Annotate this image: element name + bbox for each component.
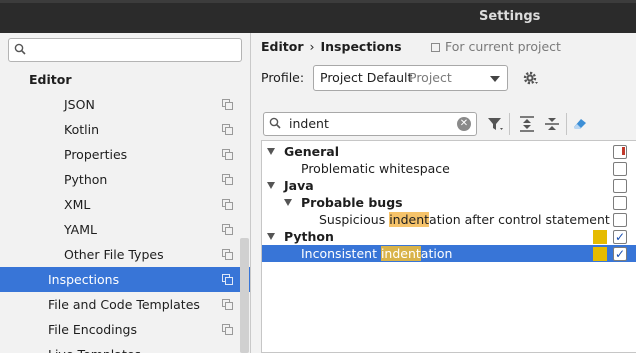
window-title: Settings [479, 9, 541, 24]
inspection-checkbox[interactable] [613, 229, 627, 246]
inspection-checkbox[interactable] [613, 162, 627, 176]
expand-arrow-icon[interactable] [267, 233, 275, 240]
sidebar-item-live-templates[interactable]: Live Templates [0, 342, 250, 353]
project-scope-label: For current project [445, 39, 561, 54]
search-icon [14, 43, 26, 55]
severity-warning-icon [593, 247, 607, 261]
sidebar-item-label: XML [64, 197, 91, 212]
label-suffix: ation [420, 246, 453, 261]
inspections-tree: General Problematic whitespace Java Prob… [261, 140, 636, 353]
sidebar-group-editor[interactable]: Editor [0, 67, 250, 92]
profile-label: Profile: [261, 70, 305, 85]
sidebar-item-json[interactable]: JSON [0, 92, 250, 117]
inspection-filter-value: indent [289, 116, 329, 131]
project-scope-icon [222, 299, 233, 310]
filter-icon[interactable] [486, 115, 504, 133]
tree-node-probable-bugs[interactable]: Probable bugs [262, 194, 636, 211]
profile-name: Project Default [320, 70, 413, 85]
tree-node-label: Suspicious indentation after control sta… [319, 211, 624, 228]
sidebar-item-label: Live Templates [48, 342, 141, 353]
inspection-checkbox[interactable] [613, 196, 627, 210]
inspection-checkbox[interactable] [613, 246, 627, 263]
project-scope-icon [222, 99, 233, 110]
breadcrumb-parent[interactable]: Editor [261, 39, 304, 54]
toolbar-separator [566, 113, 567, 135]
tree-node-java[interactable]: Java [262, 177, 636, 194]
sidebar-item-other-file-types[interactable]: Other File Types [0, 242, 250, 267]
expand-arrow-icon[interactable] [284, 199, 292, 206]
project-scope-icon [222, 174, 233, 185]
sidebar-item-xml[interactable]: XML [0, 192, 250, 217]
settings-search-input[interactable] [8, 38, 242, 62]
breadcrumb-current: Inspections [320, 39, 402, 54]
sidebar-item-properties[interactable]: Properties [0, 142, 250, 167]
sidebar-item-label: JSON [64, 97, 95, 112]
sidebar-item-kotlin[interactable]: Kotlin [0, 117, 250, 142]
label-prefix: Suspicious [319, 212, 390, 227]
expand-all-icon[interactable] [518, 115, 536, 133]
sidebar-item-file-and-code-templates[interactable]: File and Code Templates [0, 292, 250, 317]
project-scope-icon [222, 199, 233, 210]
search-match-highlight: indent [380, 246, 421, 261]
tree-node-python[interactable]: Python [262, 228, 636, 246]
sidebar-item-yaml[interactable]: YAML [0, 217, 250, 242]
profile-scope: Project [409, 70, 452, 85]
search-icon [269, 117, 281, 129]
inspection-filter-input[interactable]: indent ✕ [263, 112, 477, 136]
project-scope-icon [222, 249, 233, 260]
sidebar-group-label: Editor [29, 72, 72, 87]
clear-icon[interactable]: ✕ [457, 117, 471, 131]
title-bar: Settings [0, 0, 636, 33]
tree-node-label: Probable bugs [301, 195, 403, 210]
inspection-checkbox[interactable] [613, 213, 627, 227]
error-stripe-mark [622, 147, 625, 155]
sidebar-item-python[interactable]: Python [0, 167, 250, 192]
label-prefix: Inconsistent [301, 246, 381, 261]
sidebar-item-label: File Encodings [48, 322, 138, 337]
sidebar-item-label: File and Code Templates [48, 297, 200, 312]
project-scope-icon [222, 324, 233, 335]
chevron-down-icon [490, 76, 500, 82]
tree-node-label: Inconsistent indentation [301, 245, 452, 262]
label-suffix: ation after control statement w [429, 212, 625, 227]
sidebar-scrollbar[interactable] [240, 238, 249, 353]
sidebar-item-label: Kotlin [64, 122, 99, 137]
expand-arrow-icon[interactable] [267, 148, 275, 155]
project-scope-icon [222, 124, 233, 135]
eraser-icon[interactable] [571, 115, 589, 133]
breadcrumb-separator: › [309, 39, 315, 54]
sidebar-item-label: Other File Types [64, 247, 164, 262]
gear-icon[interactable] [521, 69, 539, 87]
tree-node-label: Problematic whitespace [301, 161, 450, 176]
severity-warning-icon [593, 230, 607, 244]
sidebar-item-inspections[interactable]: Inspections [0, 267, 250, 292]
sidebar-item-file-encodings[interactable]: File Encodings [0, 317, 250, 342]
settings-sidebar: Editor JSON Kotlin Properties Python XML… [0, 33, 251, 353]
sidebar-item-label: YAML [64, 222, 97, 237]
project-scope-icon [222, 274, 233, 285]
sidebar-item-label: Properties [64, 147, 128, 162]
sidebar-item-label: Python [64, 172, 108, 187]
collapse-all-icon[interactable] [543, 115, 561, 133]
expand-arrow-icon[interactable] [267, 182, 275, 189]
tree-node-label: Java [284, 178, 314, 193]
breadcrumb: Editor › Inspections [261, 39, 402, 55]
tree-node-inconsistent-indentation[interactable]: Inconsistent indentation [262, 245, 636, 263]
toolbar-separator [509, 113, 510, 135]
tree-node-suspicious-indentation[interactable]: Suspicious indentation after control sta… [262, 211, 636, 228]
tree-node-general[interactable]: General [262, 143, 636, 160]
tree-node-problematic-whitespace[interactable]: Problematic whitespace [262, 160, 636, 177]
tree-node-label: General [284, 144, 339, 159]
project-scope-icon [222, 224, 233, 235]
search-match-highlight: indent [389, 212, 430, 227]
inspections-panel: Editor › Inspections For current project P… [251, 33, 636, 353]
window-top-strip [0, 0, 636, 3]
project-scope-icon [222, 149, 233, 160]
project-scope-icon [431, 43, 440, 52]
project-scope-note: For current project [431, 39, 561, 54]
profile-dropdown[interactable]: Project Default Project [313, 65, 508, 91]
tree-node-label: Python [284, 229, 334, 244]
inspection-checkbox[interactable] [613, 179, 627, 193]
sidebar-item-label: Inspections [48, 272, 120, 287]
